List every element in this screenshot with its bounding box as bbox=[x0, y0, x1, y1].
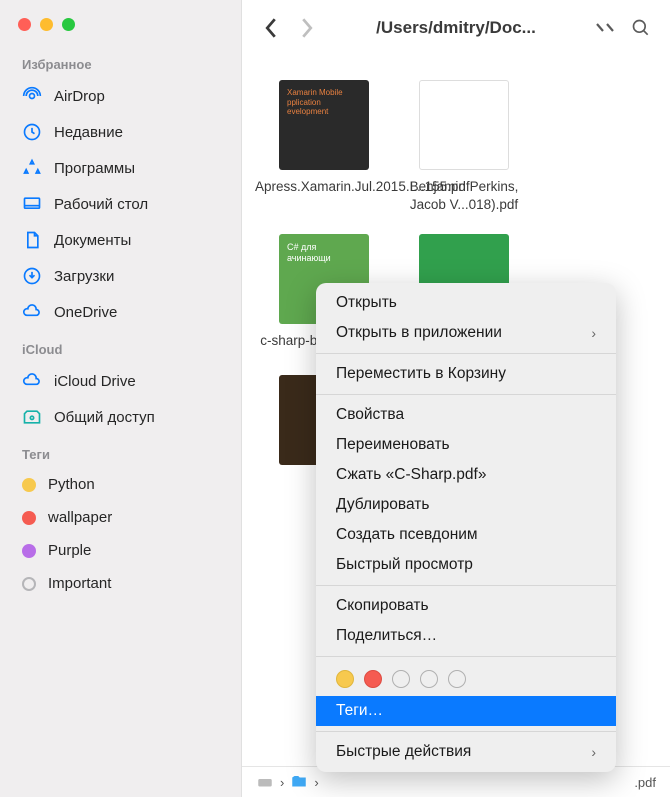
desktop-icon bbox=[22, 194, 42, 214]
ctx-tags[interactable]: Теги… bbox=[316, 696, 616, 726]
back-button[interactable] bbox=[260, 18, 282, 38]
tag-purple[interactable]: Purple bbox=[0, 534, 241, 567]
apps-icon bbox=[22, 158, 42, 178]
tag-circle-empty[interactable] bbox=[448, 670, 466, 688]
separator bbox=[316, 656, 616, 657]
ctx-quicklook[interactable]: Быстрый просмотр bbox=[316, 550, 616, 580]
ctx-trash[interactable]: Переместить в Корзину bbox=[316, 359, 616, 389]
chevron-right-icon: › bbox=[591, 744, 596, 760]
sidebar-item-airdrop[interactable]: AirDrop bbox=[0, 78, 241, 114]
sidebar-label: Недавние bbox=[54, 124, 123, 141]
tag-dot-empty bbox=[22, 577, 36, 591]
tag-circle-red[interactable] bbox=[364, 670, 382, 688]
tag-circle-yellow[interactable] bbox=[336, 670, 354, 688]
sidebar-item-documents[interactable]: Документы bbox=[0, 222, 241, 258]
sidebar-item-desktop[interactable]: Рабочий стол bbox=[0, 186, 241, 222]
tag-dot-red bbox=[22, 511, 36, 525]
cloud-icon bbox=[22, 371, 42, 391]
forward-button[interactable] bbox=[296, 18, 318, 38]
ctx-share[interactable]: Поделиться… bbox=[316, 621, 616, 651]
sidebar-label: Общий доступ bbox=[54, 409, 155, 426]
chevron-right-icon: › bbox=[591, 325, 596, 341]
ctx-rename[interactable]: Переименовать bbox=[316, 430, 616, 460]
toolbar: /Users/dmitry/Doc... bbox=[242, 0, 670, 56]
sidebar-item-apps[interactable]: Программы bbox=[0, 150, 241, 186]
maximize-button[interactable] bbox=[62, 18, 75, 31]
disk-icon bbox=[256, 773, 274, 791]
tag-circle-empty[interactable] bbox=[420, 670, 438, 688]
file-name: Benjamin Perkins, Jacob V...018).pdf bbox=[395, 178, 533, 214]
sidebar-item-recent[interactable]: Недавние bbox=[0, 114, 241, 150]
sidebar-item-shared[interactable]: Общий доступ bbox=[0, 399, 241, 435]
close-button[interactable] bbox=[18, 18, 31, 31]
section-icloud: iCloud bbox=[0, 330, 241, 363]
ctx-quick-actions[interactable]: Быстрые действия› bbox=[316, 737, 616, 767]
search-button[interactable] bbox=[630, 18, 652, 38]
airdrop-icon bbox=[22, 86, 42, 106]
section-favorites: Избранное bbox=[0, 45, 241, 78]
tag-label: Python bbox=[48, 476, 95, 493]
separator bbox=[316, 731, 616, 732]
sidebar-label: iCloud Drive bbox=[54, 373, 136, 390]
tag-label: wallpaper bbox=[48, 509, 112, 526]
folder-icon bbox=[290, 773, 308, 791]
sidebar-label: AirDrop bbox=[54, 88, 105, 105]
separator bbox=[316, 353, 616, 354]
clock-icon bbox=[22, 122, 42, 142]
more-button[interactable] bbox=[594, 21, 616, 35]
separator bbox=[316, 585, 616, 586]
sidebar-item-downloads[interactable]: Загрузки bbox=[0, 258, 241, 294]
pathbar-suffix: .pdf bbox=[634, 775, 656, 790]
file-item[interactable]: Xamarin Mobilepplicationevelopment Apress… bbox=[254, 80, 394, 214]
file-thumb bbox=[419, 80, 509, 170]
file-item[interactable]: Benjamin Perkins, Jacob V...018).pdf bbox=[394, 80, 534, 214]
ctx-info[interactable]: Свойства bbox=[316, 400, 616, 430]
tag-wallpaper[interactable]: wallpaper bbox=[0, 501, 241, 534]
ctx-alias[interactable]: Создать псевдоним bbox=[316, 520, 616, 550]
tag-dot-yellow bbox=[22, 478, 36, 492]
tag-python[interactable]: Python bbox=[0, 468, 241, 501]
tag-dot-purple bbox=[22, 544, 36, 558]
sidebar: Избранное AirDrop Недавние Программы Раб… bbox=[0, 0, 242, 797]
sidebar-label: Программы bbox=[54, 160, 135, 177]
minimize-button[interactable] bbox=[40, 18, 53, 31]
ctx-copy[interactable]: Скопировать bbox=[316, 591, 616, 621]
file-thumb: Xamarin Mobilepplicationevelopment bbox=[279, 80, 369, 170]
tag-label: Purple bbox=[48, 542, 91, 559]
section-tags: Теги bbox=[0, 435, 241, 468]
sidebar-label: Рабочий стол bbox=[54, 196, 148, 213]
context-menu: Открыть Открыть в приложении› Переместит… bbox=[316, 283, 616, 772]
sidebar-item-onedrive[interactable]: OneDrive bbox=[0, 294, 241, 330]
tag-circle-empty[interactable] bbox=[392, 670, 410, 688]
sidebar-item-icloud-drive[interactable]: iCloud Drive bbox=[0, 363, 241, 399]
file-name: Apress.Xamarin.Jul.2015.I...155.pdf bbox=[255, 178, 393, 196]
window-controls bbox=[0, 10, 241, 45]
documents-icon bbox=[22, 230, 42, 250]
onedrive-icon bbox=[22, 302, 42, 322]
path-title: /Users/dmitry/Doc... bbox=[332, 18, 580, 38]
downloads-icon bbox=[22, 266, 42, 286]
sidebar-label: Загрузки bbox=[54, 268, 114, 285]
sidebar-label: Документы bbox=[54, 232, 131, 249]
separator bbox=[316, 394, 616, 395]
ctx-open-with[interactable]: Открыть в приложении› bbox=[316, 318, 616, 348]
shared-icon bbox=[22, 407, 42, 427]
ctx-tag-row bbox=[316, 662, 616, 696]
ctx-duplicate[interactable]: Дублировать bbox=[316, 490, 616, 520]
tag-label: Important bbox=[48, 575, 111, 592]
tag-important[interactable]: Important bbox=[0, 567, 241, 600]
ctx-open[interactable]: Открыть bbox=[316, 288, 616, 318]
sidebar-label: OneDrive bbox=[54, 304, 117, 321]
ctx-compress[interactable]: Сжать «C-Sharp.pdf» bbox=[316, 460, 616, 490]
